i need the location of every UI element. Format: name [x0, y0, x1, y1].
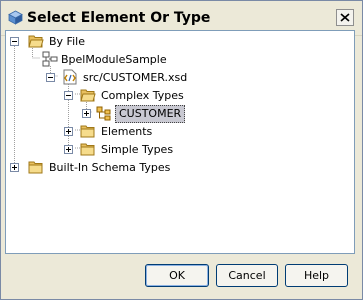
expand-icon[interactable]: [64, 127, 73, 136]
dialog-title: Select Element Or Type: [27, 10, 211, 26]
folder-icon: [28, 161, 43, 174]
folder-open-icon: [80, 89, 96, 102]
complex-type-icon: [96, 106, 111, 121]
tree-node-by-file[interactable]: By File: [10, 33, 310, 51]
expand-icon[interactable]: [10, 163, 19, 172]
close-icon: [340, 13, 350, 22]
collapse-icon[interactable]: [10, 37, 19, 46]
tree-node-label: Built-In Schema Types: [49, 161, 171, 174]
tree-node-simple-types[interactable]: Simple Types: [64, 141, 264, 159]
folder-icon: [80, 125, 95, 138]
tree-node-customer[interactable]: CUSTOMER: [82, 105, 282, 123]
type-tree[interactable]: By File BpelModuleSample src/CUSTOMER.xs…: [5, 30, 355, 254]
tree-node-label: Simple Types: [101, 143, 174, 156]
xsd-file-icon: [63, 69, 77, 85]
expand-icon[interactable]: [82, 109, 91, 118]
dialog-window: Select Element Or Type By File BpelModul…: [0, 0, 363, 300]
tree-node-label: BpelModuleSample: [61, 53, 167, 66]
help-button[interactable]: Help: [285, 264, 348, 287]
expand-icon[interactable]: [64, 145, 73, 154]
close-button[interactable]: [336, 9, 354, 26]
tree-node-builtin-types[interactable]: Built-In Schema Types: [10, 159, 310, 177]
folder-icon: [80, 143, 95, 156]
cancel-button[interactable]: Cancel: [216, 264, 278, 287]
tree-node-label: Complex Types: [101, 89, 184, 102]
tree-node-label: src/CUSTOMER.xsd: [83, 71, 188, 84]
collapse-icon[interactable]: [64, 91, 73, 100]
tree-node-label-selected: CUSTOMER: [115, 105, 186, 123]
tree-node-label: By File: [49, 35, 85, 48]
tree-node-module[interactable]: BpelModuleSample: [42, 51, 242, 69]
project-module-icon: [42, 51, 58, 67]
tree-node-elements[interactable]: Elements: [64, 123, 264, 141]
tree-node-schema-file[interactable]: src/CUSTOMER.xsd: [46, 69, 246, 87]
tree-node-complex-types[interactable]: Complex Types: [64, 87, 264, 105]
tree-node-label: Elements: [101, 125, 153, 138]
collapse-icon[interactable]: [46, 73, 55, 82]
netbeans-cube-icon: [8, 10, 23, 25]
folder-open-icon: [28, 35, 44, 48]
ok-button[interactable]: OK: [145, 264, 209, 287]
